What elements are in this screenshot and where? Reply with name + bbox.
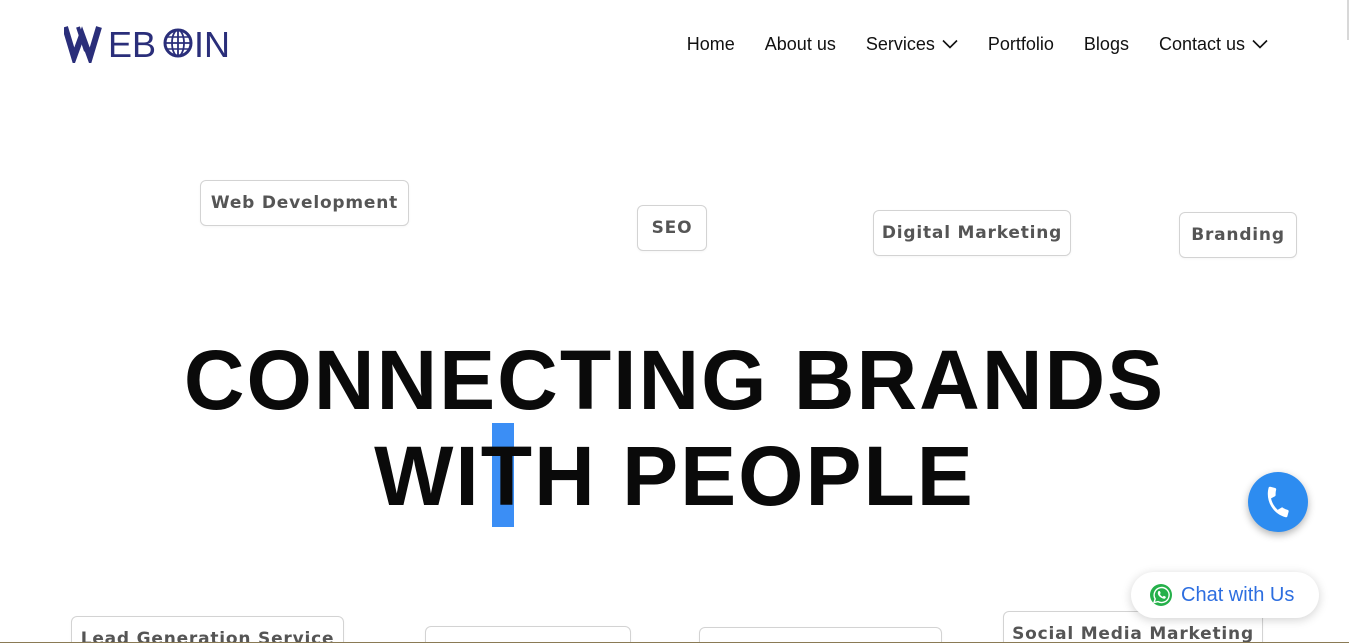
nav-blogs[interactable]: Blogs — [1084, 34, 1129, 55]
nav-home-label: Home — [686, 33, 735, 54]
tag-branding: Branding — [1179, 212, 1297, 258]
tag-partial-2 — [699, 627, 942, 643]
nav-about-us[interactable]: About us — [765, 34, 836, 55]
chat-with-us-button[interactable]: Chat with Us — [1131, 572, 1319, 618]
tag-seo-label: SEO — [651, 218, 693, 238]
nav-services[interactable]: Services — [866, 34, 958, 55]
tag-lead-generation-label: Lead Generation Service — [80, 629, 335, 643]
call-button[interactable] — [1248, 472, 1308, 532]
chevron-down-icon — [1252, 39, 1268, 49]
tag-seo: SEO — [637, 205, 707, 251]
tag-partial-1 — [425, 626, 631, 643]
svg-text:EB: EB — [108, 24, 156, 63]
chevron-down-icon — [942, 39, 958, 49]
nav-portfolio-label: Portfolio — [987, 33, 1054, 54]
tag-digital-marketing: Digital Marketing — [873, 210, 1071, 256]
site-logo[interactable]: EB IN — [64, 22, 228, 64]
nav-contact-us[interactable]: Contact us — [1159, 34, 1268, 55]
whatsapp-icon — [1150, 584, 1172, 606]
phone-icon — [1267, 486, 1289, 518]
hero-title-line-2: WITH PEOPLE — [374, 429, 975, 523]
tag-digital-marketing-label: Digital Marketing — [881, 223, 1063, 243]
nav-about-us-label: About us — [764, 33, 836, 54]
weboin-logo: EB IN — [64, 24, 228, 63]
chat-with-us-label: Chat with Us — [1181, 583, 1295, 606]
tag-web-development-label: Web Development — [210, 193, 399, 213]
nav-contact-us-label: Contact us — [1158, 33, 1245, 54]
tag-web-development: Web Development — [200, 180, 409, 226]
svg-text:IN: IN — [194, 24, 228, 63]
main-nav: Home About us Services Portfolio Blogs C… — [687, 30, 1268, 58]
nav-blogs-label: Blogs — [1083, 33, 1129, 54]
nav-services-label: Services — [865, 33, 935, 54]
tag-lead-generation: Lead Generation Service — [71, 616, 344, 643]
tag-branding-label: Branding — [1191, 225, 1285, 245]
tag-social-media-marketing-label: Social Media Marketing — [1012, 624, 1254, 643]
hero-title-line-1: CONNECTING BRANDS — [183, 333, 1166, 427]
nav-portfolio[interactable]: Portfolio — [988, 34, 1054, 55]
nav-home[interactable]: Home — [687, 34, 735, 55]
